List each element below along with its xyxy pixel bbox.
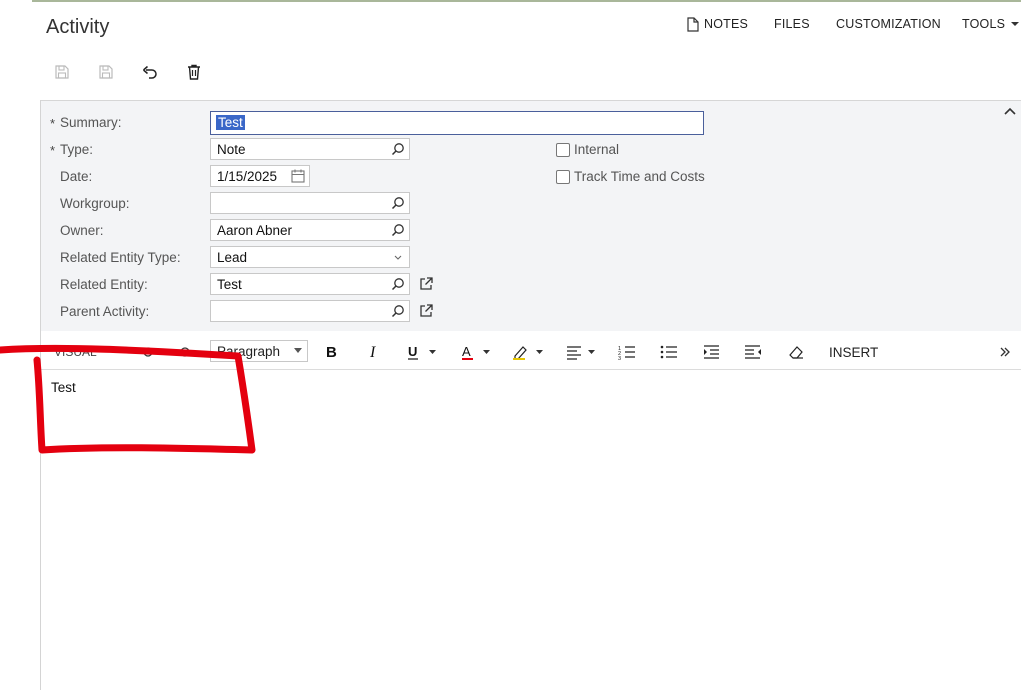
highlight-icon[interactable] (512, 343, 546, 361)
related-entity-type-label: Related Entity Type: (60, 250, 181, 265)
italic-icon[interactable]: I (368, 343, 380, 361)
indent-icon[interactable] (702, 343, 720, 361)
owner-value: Aaron Abner (217, 223, 293, 238)
internal-checkbox[interactable]: Internal (556, 142, 619, 157)
type-required-mark: * (50, 143, 56, 158)
workgroup-label: Workgroup: (60, 196, 130, 211)
search-icon[interactable] (390, 195, 406, 211)
insert-menu[interactable]: INSERT (829, 343, 878, 361)
svg-text:I: I (369, 344, 376, 361)
preview-mode-icon[interactable] (178, 343, 192, 361)
font-color-icon[interactable]: A (461, 343, 493, 361)
delete-button[interactable] (184, 62, 204, 82)
activity-form: * Summary: Test * Type: Note Date: 1/15/… (41, 100, 1021, 331)
summary-value: Test (216, 115, 245, 130)
notes-label: NOTES (704, 17, 749, 31)
save-button[interactable] (96, 62, 116, 82)
workgroup-selector[interactable] (210, 192, 410, 214)
numbered-list-icon[interactable]: 1 2 3 (618, 343, 636, 361)
double-chevron-right-icon[interactable] (998, 343, 1012, 361)
related-entity-type-dropdown[interactable]: Lead (210, 246, 410, 268)
calendar-icon[interactable] (290, 168, 306, 184)
open-external-icon[interactable] (418, 303, 434, 319)
undo-icon (143, 65, 157, 79)
tools-dropdown[interactable]: TOOLS (962, 17, 1020, 31)
search-icon[interactable] (390, 141, 406, 157)
files-label: FILES (774, 17, 810, 31)
eraser-icon[interactable] (787, 343, 805, 361)
summary-label: Summary: (60, 115, 122, 130)
save-close-icon (55, 65, 69, 79)
page-title: Activity (46, 16, 110, 38)
save-icon (99, 65, 113, 79)
editor-toolbar: VISUAL Paragraph B I U A 1 2 3 INSERT (41, 334, 1021, 370)
track-time-checkbox[interactable]: Track Time and Costs (556, 169, 705, 184)
owner-label: Owner: (60, 223, 104, 238)
track-time-label: Track Time and Costs (574, 169, 705, 184)
notes-button[interactable]: NOTES (686, 16, 749, 32)
files-button[interactable]: FILES (774, 17, 810, 31)
owner-selector[interactable]: Aaron Abner (210, 219, 410, 241)
svg-text:U: U (408, 344, 417, 359)
customization-label: CUSTOMIZATION (836, 17, 941, 31)
underline-icon[interactable]: U (407, 343, 439, 361)
paragraph-format-dropdown[interactable]: Paragraph (210, 340, 308, 362)
internal-label: Internal (574, 142, 620, 157)
source-mode-icon[interactable] (141, 343, 155, 361)
outdent-icon[interactable] (744, 343, 762, 361)
svg-text:B: B (326, 344, 337, 361)
collapse-icon[interactable] (1003, 105, 1017, 119)
related-entity-selector[interactable]: Test (210, 273, 410, 295)
open-external-icon[interactable] (418, 276, 434, 292)
summary-required-mark: * (50, 116, 56, 131)
type-value: Note (217, 142, 246, 157)
undo-button[interactable] (140, 62, 160, 82)
type-selector[interactable]: Note (210, 138, 410, 160)
caret-down-icon (1011, 22, 1020, 26)
track-time-checkbox-box[interactable] (556, 169, 570, 184)
visual-mode-tab[interactable]: VISUAL (54, 343, 97, 361)
related-entity-value: Test (217, 277, 242, 292)
customization-button[interactable]: CUSTOMIZATION (836, 17, 941, 31)
bullet-list-icon[interactable] (660, 343, 678, 361)
top-accent-line (32, 0, 1021, 2)
svg-text:A: A (462, 344, 471, 359)
related-entity-type-value: Lead (217, 250, 248, 265)
parent-activity-label: Parent Activity: (60, 304, 150, 319)
document-icon (687, 16, 699, 32)
search-icon[interactable] (390, 276, 406, 292)
editor-content[interactable]: Test (51, 380, 76, 395)
paragraph-format-value: Paragraph (217, 344, 281, 359)
delete-icon (188, 64, 200, 80)
search-icon[interactable] (390, 222, 406, 238)
chevron-down-icon (394, 255, 402, 260)
summary-input[interactable]: Test (210, 111, 704, 135)
related-entity-label: Related Entity: (60, 277, 148, 292)
type-label: Type: (60, 142, 94, 157)
bold-icon[interactable]: B (325, 343, 339, 361)
search-icon[interactable] (390, 303, 406, 319)
caret-down-icon (294, 348, 302, 353)
internal-checkbox-box[interactable] (556, 142, 570, 157)
tools-label: TOOLS (962, 17, 1006, 31)
date-input[interactable]: 1/15/2025 (210, 165, 310, 187)
svg-text:3: 3 (618, 356, 621, 361)
save-close-button[interactable] (52, 62, 72, 82)
date-value: 1/15/2025 (217, 169, 278, 184)
parent-activity-selector[interactable] (210, 300, 410, 322)
date-label: Date: (60, 169, 93, 184)
align-icon[interactable] (565, 343, 597, 361)
